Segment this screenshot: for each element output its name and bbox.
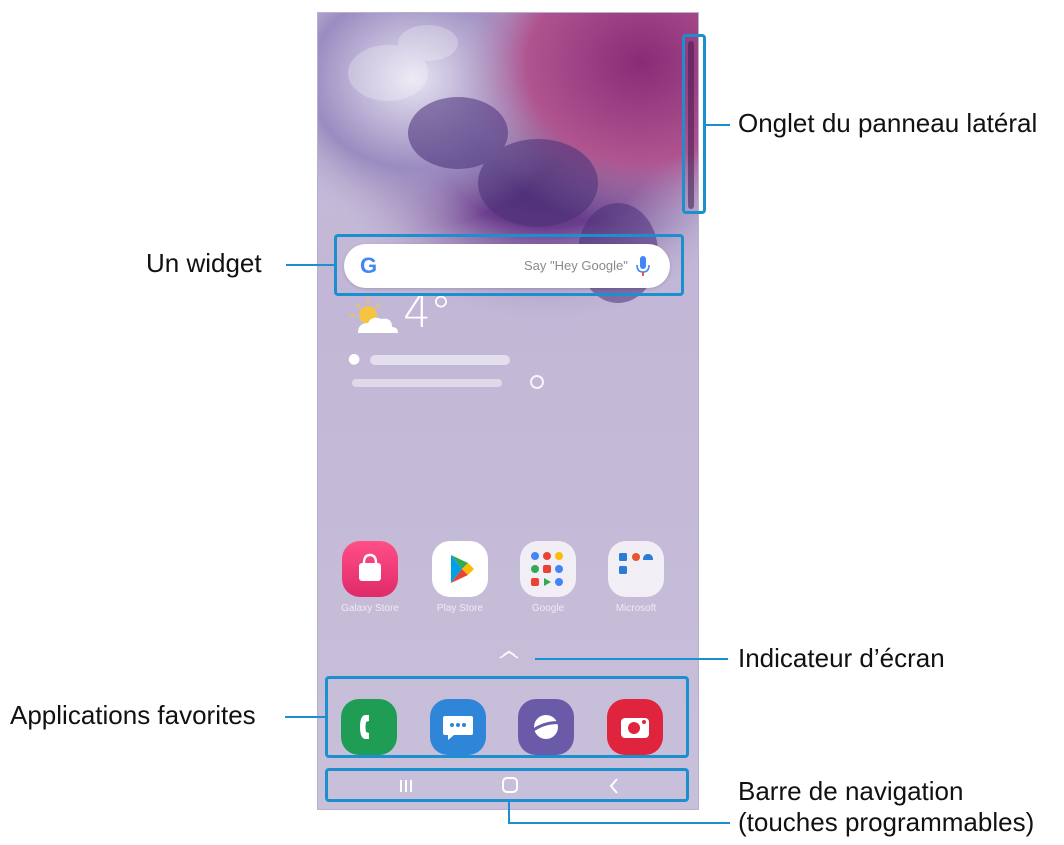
galaxy-store-icon <box>342 541 398 597</box>
refresh-icon[interactable] <box>530 375 544 389</box>
google-folder-icon <box>520 541 576 597</box>
navigation-leader-vertical <box>508 802 510 824</box>
callout-widget: Un widget <box>146 248 262 278</box>
app-google-folder[interactable]: Google <box>518 541 578 621</box>
navigation-leader-horizontal <box>508 822 730 824</box>
weather-widget[interactable]: 4° ● <box>348 287 548 393</box>
indicator-leader <box>535 658 728 660</box>
partly-cloudy-icon <box>350 299 398 333</box>
app-label: Play Store <box>436 603 484 614</box>
app-play-store[interactable]: Play Store <box>430 541 490 621</box>
microsoft-folder-icon <box>608 541 664 597</box>
callout-favorites: Applications favorites <box>10 700 256 730</box>
favorites-leader <box>285 716 325 718</box>
edge-panel-highlight <box>682 34 706 214</box>
location-placeholder <box>370 355 510 365</box>
edge-panel-leader <box>706 124 730 126</box>
navigation-highlight <box>325 768 689 802</box>
date-placeholder <box>352 379 502 387</box>
app-label: Galaxy Store <box>341 603 399 614</box>
app-galaxy-store[interactable]: Galaxy Store <box>340 541 400 621</box>
widget-leader <box>286 264 334 266</box>
callout-screen-indicator: Indicateur d’écran <box>738 643 945 673</box>
screen-indicator-icon[interactable] <box>498 649 520 659</box>
location-pin-icon: ● <box>348 351 361 367</box>
callout-edge-panel: Onglet du panneau latéral <box>738 108 1038 138</box>
callout-navigation-bar-line2: (touches programmables) <box>738 807 1035 837</box>
favorites-highlight <box>325 676 689 758</box>
widget-highlight <box>334 234 684 296</box>
app-label: Google <box>531 603 565 614</box>
app-microsoft-folder[interactable]: Microsoft <box>606 541 666 621</box>
app-label: Microsoft <box>615 603 657 614</box>
callout-navigation-bar-line1: Barre de navigation <box>738 776 964 806</box>
play-store-icon <box>432 541 488 597</box>
